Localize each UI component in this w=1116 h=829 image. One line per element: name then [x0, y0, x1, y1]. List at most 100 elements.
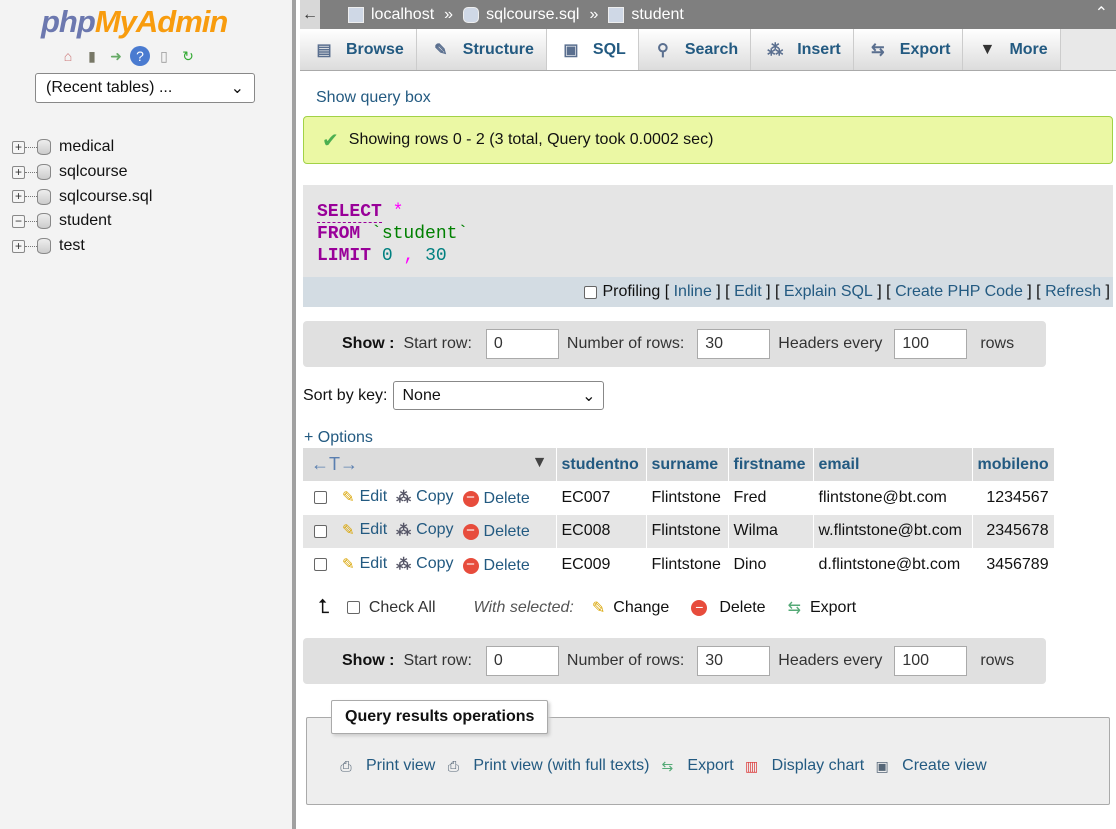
copy-row-button[interactable]: ⁂ Copy	[396, 488, 453, 506]
cell-firstname[interactable]: Wilma	[728, 514, 814, 548]
cell-mobileno[interactable]: 1234567	[972, 481, 1055, 515]
cell-surname[interactable]: Flintstone	[646, 548, 729, 582]
show-query-box-link[interactable]: Show query box	[316, 89, 431, 107]
tab-sql[interactable]: ▣ SQL	[546, 29, 639, 70]
back-arrow-icon[interactable]: ←	[300, 0, 320, 29]
delete-row-button[interactable]: − Delete	[462, 523, 530, 541]
headers-every-input[interactable]: 100	[894, 329, 968, 359]
db-link[interactable]: sqlcourse	[59, 163, 127, 181]
edit-row-button[interactable]: ✎ Edit	[342, 521, 387, 539]
column-header-email[interactable]: email	[813, 448, 973, 481]
logout-icon[interactable]: ▮	[82, 46, 102, 66]
options-link[interactable]: + Options	[304, 429, 373, 447]
db-link[interactable]: test	[59, 237, 85, 255]
cell-firstname[interactable]: Dino	[728, 548, 814, 582]
row-checkbox[interactable]	[314, 524, 327, 538]
column-header-firstname[interactable]: firstname	[728, 448, 814, 481]
query-window-icon[interactable]: ➜	[106, 46, 126, 66]
sort-by-key-select[interactable]: None ⌄	[393, 381, 605, 410]
home-icon[interactable]: ⌂	[58, 46, 78, 66]
docs-icon[interactable]: ▯	[154, 46, 174, 66]
cell-studentno[interactable]: EC008	[556, 514, 647, 548]
delete-icon: −	[462, 557, 479, 574]
sql-select-keyword[interactable]: SELECT	[317, 202, 382, 223]
recent-tables-select[interactable]: (Recent tables) ... ⌄	[35, 73, 255, 103]
cell-mobileno[interactable]: 2345678	[972, 514, 1055, 548]
db-item-sqlcourse-sql[interactable]: + sqlcourse.sql	[12, 184, 152, 209]
edit-row-button[interactable]: ✎ Edit	[342, 488, 387, 506]
arrow-up-left-icon: ⮤	[318, 596, 330, 618]
refresh-link[interactable]: Refresh	[1045, 283, 1101, 301]
breadcrumb-database[interactable]: sqlcourse.sql	[486, 6, 579, 24]
export-link[interactable]: ⇆ Export	[657, 757, 734, 775]
start-row-input[interactable]: 0	[485, 646, 559, 676]
check-all-label[interactable]: Check All	[369, 599, 436, 617]
db-item-sqlcourse[interactable]: + sqlcourse	[12, 160, 152, 185]
expand-icon[interactable]: +	[12, 190, 25, 204]
db-link[interactable]: sqlcourse.sql	[59, 188, 152, 206]
expand-icon[interactable]: +	[12, 239, 25, 253]
row-actions: ✎ Edit ⁂ Copy − Delete	[303, 481, 557, 515]
collapse-icon[interactable]: −	[12, 214, 25, 228]
column-header-mobileno[interactable]: mobileno	[972, 448, 1055, 481]
phpmyadmin-logo[interactable]: phpMyAdmin	[41, 4, 228, 40]
tab-export[interactable]: ⇆ Export	[853, 29, 964, 70]
breadcrumb-server[interactable]: localhost	[371, 6, 434, 24]
print-view-link[interactable]: ⎙ Print view	[336, 757, 435, 775]
column-header-studentno[interactable]: studentno	[556, 448, 647, 481]
create-php-code-link[interactable]: Create PHP Code	[895, 283, 1023, 301]
cell-mobileno[interactable]: 3456789	[972, 548, 1055, 582]
help-icon[interactable]: ?	[130, 46, 150, 66]
collapse-top-icon[interactable]: ⌃	[1095, 3, 1108, 23]
cell-email[interactable]: d.flintstone@bt.com	[813, 548, 973, 582]
row-checkbox[interactable]	[314, 491, 327, 505]
expand-icon[interactable]: +	[12, 140, 25, 154]
cell-surname[interactable]: Flintstone	[646, 514, 729, 548]
delete-selected-button[interactable]: Delete	[719, 599, 765, 617]
move-columns-icon[interactable]: ←T→	[311, 454, 358, 474]
db-item-test[interactable]: + test	[12, 234, 152, 259]
export-selected-button[interactable]: Export	[810, 599, 856, 617]
db-link[interactable]: student	[59, 212, 111, 230]
tab-more[interactable]: ▼ More	[963, 29, 1061, 70]
cell-email[interactable]: flintstone@bt.com	[813, 481, 973, 515]
start-row-input[interactable]: 0	[485, 329, 559, 359]
delete-row-button[interactable]: − Delete	[462, 490, 530, 508]
cell-studentno[interactable]: EC007	[556, 481, 647, 515]
db-item-student[interactable]: − student	[12, 209, 152, 234]
number-of-rows-input[interactable]: 30	[697, 329, 771, 359]
create-view-link[interactable]: ▣ Create view	[872, 757, 987, 775]
copy-row-button[interactable]: ⁂ Copy	[396, 521, 453, 539]
delete-row-button[interactable]: − Delete	[462, 557, 530, 575]
cell-firstname[interactable]: Fred	[728, 481, 814, 515]
expand-icon[interactable]: +	[12, 165, 25, 179]
change-selected-button[interactable]: Change	[613, 599, 669, 617]
row-checkbox[interactable]	[314, 558, 327, 572]
db-item-medical[interactable]: + medical	[12, 135, 152, 160]
cell-email[interactable]: w.flintstone@bt.com	[813, 514, 973, 548]
inline-link[interactable]: Inline	[674, 283, 712, 301]
headers-every-input[interactable]: 100	[894, 646, 968, 676]
edit-link[interactable]: Edit	[734, 283, 762, 301]
reload-icon[interactable]: ↻	[178, 46, 198, 66]
copy-row-button[interactable]: ⁂ Copy	[396, 555, 453, 573]
cell-surname[interactable]: Flintstone	[646, 481, 729, 515]
tab-structure[interactable]: ✎ Structure	[416, 29, 547, 70]
print-view-full-link[interactable]: ⎙ Print view (with full texts)	[443, 757, 650, 775]
tab-insert[interactable]: ⁂ Insert	[751, 29, 854, 70]
cell-studentno[interactable]: EC009	[556, 548, 647, 582]
display-chart-link[interactable]: ▥ Display chart	[742, 757, 864, 775]
chevron-down-icon: ⌄	[230, 80, 244, 97]
tab-search[interactable]: ⚲ Search	[638, 29, 752, 70]
column-header-surname[interactable]: surname	[646, 448, 729, 481]
explain-sql-link[interactable]: Explain SQL	[784, 283, 873, 301]
check-all-checkbox[interactable]	[346, 601, 360, 614]
profiling-checkbox[interactable]	[584, 285, 598, 299]
number-of-rows-input[interactable]: 30	[697, 646, 771, 676]
edit-row-button[interactable]: ✎ Edit	[342, 555, 387, 573]
tab-browse[interactable]: ▤ Browse	[300, 29, 417, 70]
db-link[interactable]: medical	[59, 138, 114, 156]
with-selected-bar: ⮤ Check All With selected: ✎ Change − Dele…	[318, 596, 857, 618]
column-menu-icon[interactable]: ▼	[532, 454, 548, 472]
breadcrumb-table[interactable]: student	[631, 6, 683, 24]
